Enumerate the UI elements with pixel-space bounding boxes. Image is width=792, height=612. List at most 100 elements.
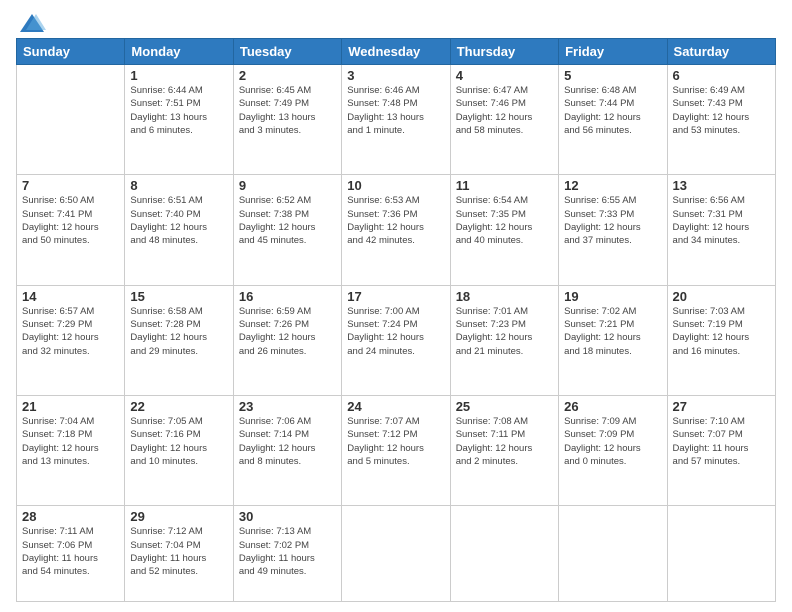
day-info: Sunrise: 6:57 AM Sunset: 7:29 PM Dayligh…: [22, 305, 119, 358]
day-number: 20: [673, 289, 770, 304]
logo-icon: [18, 10, 46, 38]
day-number: 5: [564, 68, 661, 83]
day-info: Sunrise: 7:07 AM Sunset: 7:12 PM Dayligh…: [347, 415, 444, 468]
calendar-cell: 7Sunrise: 6:50 AM Sunset: 7:41 PM Daylig…: [17, 175, 125, 285]
calendar-cell: 14Sunrise: 6:57 AM Sunset: 7:29 PM Dayli…: [17, 285, 125, 395]
day-info: Sunrise: 7:02 AM Sunset: 7:21 PM Dayligh…: [564, 305, 661, 358]
calendar-cell: 27Sunrise: 7:10 AM Sunset: 7:07 PM Dayli…: [667, 396, 775, 506]
calendar-cell: [559, 506, 667, 602]
calendar-cell: 25Sunrise: 7:08 AM Sunset: 7:11 PM Dayli…: [450, 396, 558, 506]
day-info: Sunrise: 6:56 AM Sunset: 7:31 PM Dayligh…: [673, 194, 770, 247]
calendar-cell: 15Sunrise: 6:58 AM Sunset: 7:28 PM Dayli…: [125, 285, 233, 395]
day-info: Sunrise: 7:08 AM Sunset: 7:11 PM Dayligh…: [456, 415, 553, 468]
calendar-cell: [450, 506, 558, 602]
calendar-cell: 30Sunrise: 7:13 AM Sunset: 7:02 PM Dayli…: [233, 506, 341, 602]
calendar-cell: 6Sunrise: 6:49 AM Sunset: 7:43 PM Daylig…: [667, 65, 775, 175]
day-info: Sunrise: 6:51 AM Sunset: 7:40 PM Dayligh…: [130, 194, 227, 247]
calendar-table: SundayMondayTuesdayWednesdayThursdayFrid…: [16, 38, 776, 602]
logo: [16, 10, 46, 34]
day-number: 23: [239, 399, 336, 414]
day-info: Sunrise: 7:05 AM Sunset: 7:16 PM Dayligh…: [130, 415, 227, 468]
day-info: Sunrise: 7:04 AM Sunset: 7:18 PM Dayligh…: [22, 415, 119, 468]
calendar-week-2: 7Sunrise: 6:50 AM Sunset: 7:41 PM Daylig…: [17, 175, 776, 285]
day-info: Sunrise: 7:03 AM Sunset: 7:19 PM Dayligh…: [673, 305, 770, 358]
col-header-saturday: Saturday: [667, 39, 775, 65]
calendar-cell: 4Sunrise: 6:47 AM Sunset: 7:46 PM Daylig…: [450, 65, 558, 175]
col-header-sunday: Sunday: [17, 39, 125, 65]
calendar-cell: 10Sunrise: 6:53 AM Sunset: 7:36 PM Dayli…: [342, 175, 450, 285]
day-number: 12: [564, 178, 661, 193]
day-number: 15: [130, 289, 227, 304]
day-info: Sunrise: 6:53 AM Sunset: 7:36 PM Dayligh…: [347, 194, 444, 247]
col-header-monday: Monday: [125, 39, 233, 65]
col-header-thursday: Thursday: [450, 39, 558, 65]
day-number: 29: [130, 509, 227, 524]
day-number: 21: [22, 399, 119, 414]
header-row: SundayMondayTuesdayWednesdayThursdayFrid…: [17, 39, 776, 65]
day-info: Sunrise: 7:00 AM Sunset: 7:24 PM Dayligh…: [347, 305, 444, 358]
day-number: 22: [130, 399, 227, 414]
day-number: 30: [239, 509, 336, 524]
day-info: Sunrise: 6:44 AM Sunset: 7:51 PM Dayligh…: [130, 84, 227, 137]
calendar-cell: 1Sunrise: 6:44 AM Sunset: 7:51 PM Daylig…: [125, 65, 233, 175]
calendar-week-4: 21Sunrise: 7:04 AM Sunset: 7:18 PM Dayli…: [17, 396, 776, 506]
day-number: 17: [347, 289, 444, 304]
day-number: 9: [239, 178, 336, 193]
col-header-friday: Friday: [559, 39, 667, 65]
calendar-cell: 23Sunrise: 7:06 AM Sunset: 7:14 PM Dayli…: [233, 396, 341, 506]
calendar-cell: 21Sunrise: 7:04 AM Sunset: 7:18 PM Dayli…: [17, 396, 125, 506]
day-info: Sunrise: 6:49 AM Sunset: 7:43 PM Dayligh…: [673, 84, 770, 137]
day-info: Sunrise: 6:45 AM Sunset: 7:49 PM Dayligh…: [239, 84, 336, 137]
day-number: 13: [673, 178, 770, 193]
day-info: Sunrise: 7:06 AM Sunset: 7:14 PM Dayligh…: [239, 415, 336, 468]
day-number: 2: [239, 68, 336, 83]
day-info: Sunrise: 6:59 AM Sunset: 7:26 PM Dayligh…: [239, 305, 336, 358]
day-info: Sunrise: 6:46 AM Sunset: 7:48 PM Dayligh…: [347, 84, 444, 137]
calendar-cell: 22Sunrise: 7:05 AM Sunset: 7:16 PM Dayli…: [125, 396, 233, 506]
day-info: Sunrise: 6:48 AM Sunset: 7:44 PM Dayligh…: [564, 84, 661, 137]
day-info: Sunrise: 6:52 AM Sunset: 7:38 PM Dayligh…: [239, 194, 336, 247]
day-number: 24: [347, 399, 444, 414]
calendar-cell: [667, 506, 775, 602]
calendar-cell: 13Sunrise: 6:56 AM Sunset: 7:31 PM Dayli…: [667, 175, 775, 285]
day-info: Sunrise: 6:58 AM Sunset: 7:28 PM Dayligh…: [130, 305, 227, 358]
calendar-week-1: 1Sunrise: 6:44 AM Sunset: 7:51 PM Daylig…: [17, 65, 776, 175]
calendar-cell: 8Sunrise: 6:51 AM Sunset: 7:40 PM Daylig…: [125, 175, 233, 285]
day-number: 14: [22, 289, 119, 304]
day-number: 6: [673, 68, 770, 83]
day-number: 19: [564, 289, 661, 304]
calendar-cell: 5Sunrise: 6:48 AM Sunset: 7:44 PM Daylig…: [559, 65, 667, 175]
calendar-cell: 19Sunrise: 7:02 AM Sunset: 7:21 PM Dayli…: [559, 285, 667, 395]
day-number: 25: [456, 399, 553, 414]
calendar-cell: 26Sunrise: 7:09 AM Sunset: 7:09 PM Dayli…: [559, 396, 667, 506]
day-info: Sunrise: 7:10 AM Sunset: 7:07 PM Dayligh…: [673, 415, 770, 468]
day-info: Sunrise: 6:50 AM Sunset: 7:41 PM Dayligh…: [22, 194, 119, 247]
calendar-cell: 28Sunrise: 7:11 AM Sunset: 7:06 PM Dayli…: [17, 506, 125, 602]
calendar-cell: [342, 506, 450, 602]
day-number: 4: [456, 68, 553, 83]
day-number: 18: [456, 289, 553, 304]
day-info: Sunrise: 6:47 AM Sunset: 7:46 PM Dayligh…: [456, 84, 553, 137]
col-header-wednesday: Wednesday: [342, 39, 450, 65]
day-number: 26: [564, 399, 661, 414]
calendar-cell: 24Sunrise: 7:07 AM Sunset: 7:12 PM Dayli…: [342, 396, 450, 506]
calendar-week-3: 14Sunrise: 6:57 AM Sunset: 7:29 PM Dayli…: [17, 285, 776, 395]
calendar-cell: 9Sunrise: 6:52 AM Sunset: 7:38 PM Daylig…: [233, 175, 341, 285]
calendar-week-5: 28Sunrise: 7:11 AM Sunset: 7:06 PM Dayli…: [17, 506, 776, 602]
day-info: Sunrise: 6:54 AM Sunset: 7:35 PM Dayligh…: [456, 194, 553, 247]
day-number: 3: [347, 68, 444, 83]
day-info: Sunrise: 7:12 AM Sunset: 7:04 PM Dayligh…: [130, 525, 227, 578]
calendar-cell: 11Sunrise: 6:54 AM Sunset: 7:35 PM Dayli…: [450, 175, 558, 285]
day-number: 10: [347, 178, 444, 193]
day-info: Sunrise: 6:55 AM Sunset: 7:33 PM Dayligh…: [564, 194, 661, 247]
page: SundayMondayTuesdayWednesdayThursdayFrid…: [0, 0, 792, 612]
day-number: 1: [130, 68, 227, 83]
col-header-tuesday: Tuesday: [233, 39, 341, 65]
calendar-cell: 20Sunrise: 7:03 AM Sunset: 7:19 PM Dayli…: [667, 285, 775, 395]
day-number: 8: [130, 178, 227, 193]
day-number: 27: [673, 399, 770, 414]
day-info: Sunrise: 7:09 AM Sunset: 7:09 PM Dayligh…: [564, 415, 661, 468]
calendar-cell: 2Sunrise: 6:45 AM Sunset: 7:49 PM Daylig…: [233, 65, 341, 175]
calendar-cell: 18Sunrise: 7:01 AM Sunset: 7:23 PM Dayli…: [450, 285, 558, 395]
day-number: 11: [456, 178, 553, 193]
